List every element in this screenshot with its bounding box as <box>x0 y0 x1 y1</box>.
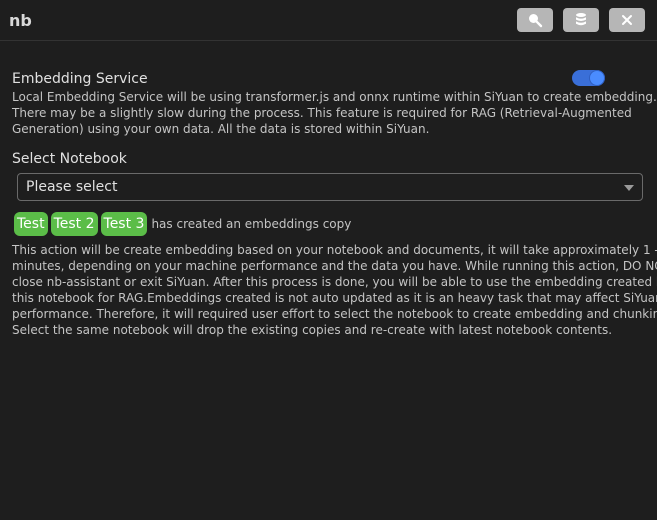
toggle-knob <box>590 71 604 85</box>
chevron-down-icon <box>624 185 634 191</box>
notebook-info-line: close nb-assistant or exit SiYuan. After… <box>12 275 657 289</box>
database-button[interactable] <box>563 8 599 32</box>
search-icon <box>529 14 543 28</box>
embedding-description: Local Embedding Service will be using tr… <box>12 89 657 137</box>
search-button[interactable] <box>517 8 553 32</box>
close-icon <box>622 15 632 25</box>
notebook-select[interactable]: Please select <box>17 173 643 201</box>
notebook-tag: Test 3 <box>100 212 148 236</box>
notebook-info-line: Select the same notebook will drop the e… <box>12 323 613 337</box>
embedding-service-title: Embedding Service <box>12 71 148 87</box>
embedding-description-line: Local Embedding Service will be using tr… <box>12 90 657 104</box>
notebook-tag: Test 2 <box>50 212 98 236</box>
app-title: nb <box>9 11 32 30</box>
notebook-info-line: this notebook for RAG.Embeddings created… <box>12 291 657 305</box>
notebook-info-line: minutes, depending on your machine perfo… <box>12 259 657 273</box>
embedded-notebooks: Test Test 2 Test 3 has created an embedd… <box>14 212 351 236</box>
close-button[interactable] <box>609 8 645 32</box>
embedding-description-line: There may be a slightly slow during the … <box>12 106 632 120</box>
notebook-info-line: performance. Therefore, it will required… <box>12 307 657 321</box>
embedding-description-line: Generation) using your own data. All the… <box>12 122 430 136</box>
select-notebook-title: Select Notebook <box>12 151 127 167</box>
embeddings-copy-note: has created an embeddings copy <box>151 217 352 231</box>
notebook-tag: Test <box>14 212 48 236</box>
notebook-info-line: This action will be create embedding bas… <box>12 243 657 257</box>
notebook-info: This action will be create embedding bas… <box>12 242 657 338</box>
database-icon <box>576 13 586 26</box>
notebook-select-value: Please select <box>26 179 118 195</box>
embedding-service-toggle[interactable] <box>572 70 605 86</box>
title-bar: nb <box>0 0 657 41</box>
